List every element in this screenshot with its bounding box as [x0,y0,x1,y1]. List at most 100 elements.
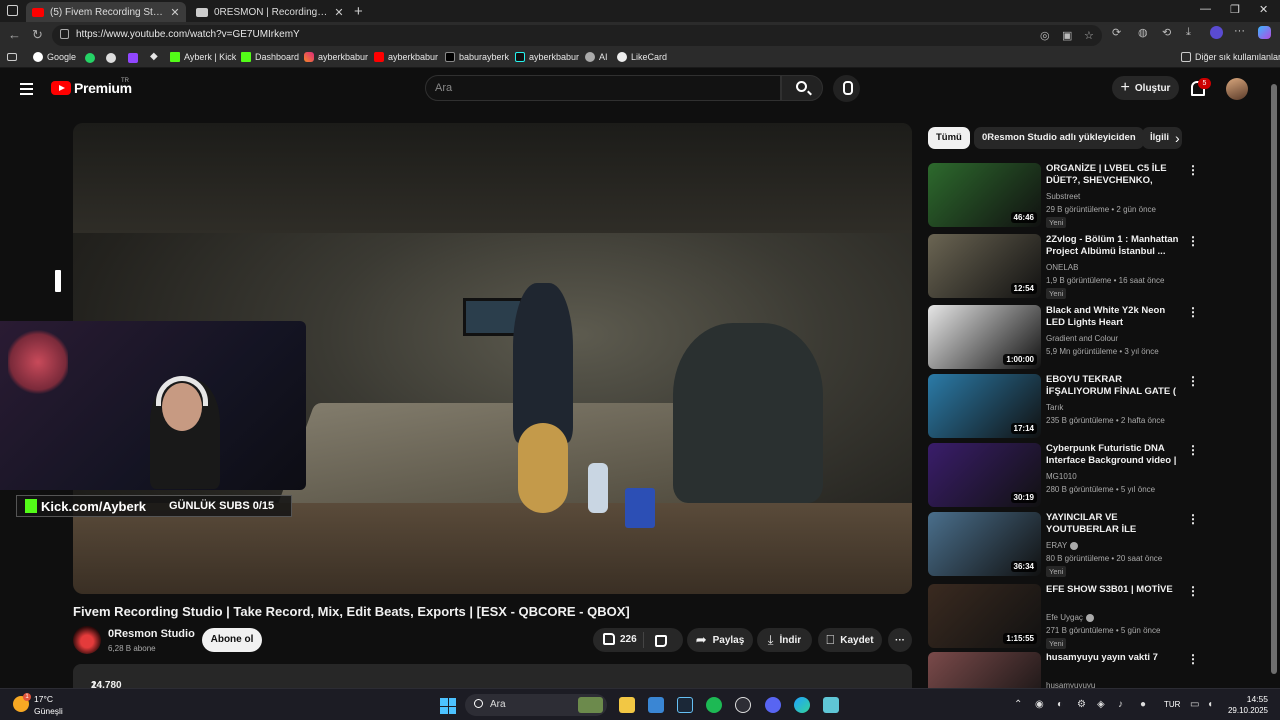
recommendation-channel[interactable]: Tarık [1046,403,1063,412]
subscribe-button[interactable]: Abone ol [202,628,262,652]
recommendation-title[interactable]: EFE SHOW S3B01 | MOTİVE [1046,584,1181,596]
user-avatar[interactable] [1226,78,1248,100]
microphone-icon[interactable]: ● [1140,699,1146,710]
recommendation-channel[interactable]: Efe Uygaç [1046,613,1094,622]
menu-icon[interactable]: ··· [1234,25,1245,37]
recommendation-item[interactable]: 46:46 ORGANİZE | LVBEL C5 İLE DÜET?, SHEV… [928,163,1208,228]
more-vertical-icon[interactable]: ⋮ [1187,163,1199,177]
network-icon[interactable]: ▭ [1190,699,1199,710]
recommendation-title[interactable]: Black and White Y2k Neon LED Lights Hear… [1046,305,1181,329]
bookmark-dashboard[interactable]: Dashboard [241,52,299,62]
recommendation-title[interactable]: EBOYU TEKRAR İFŞALIYORUM FİNAL GATE ( Sİ… [1046,374,1181,398]
taskbar-search[interactable]: Ara [465,694,607,716]
tab-0resmon[interactable]: 0RESMON | Recording, Producer, ✕ [190,2,350,22]
close-tab-icon[interactable]: ✕ [170,6,180,19]
chatgpt-icon[interactable] [735,697,751,713]
clock-date[interactable]: 29.10.2025 [1218,706,1268,715]
recommendation-item[interactable]: 36:34 YAYINCILAR VE YOUTUBERLAR İLE ÜNİVE… [928,512,1208,577]
recommendation-item[interactable]: 17:14 EBOYU TEKRAR İFŞALIYORUM FİNAL GATE… [928,374,1208,438]
spotify-icon[interactable] [706,697,722,713]
bookmark-tiktok[interactable]: ayberkbabur [515,52,579,62]
bookmark-likecard[interactable]: LikeCard [617,52,667,62]
file-explorer-icon[interactable] [619,697,635,713]
more-vertical-icon[interactable]: ⋮ [1187,234,1199,248]
download-button[interactable]: ⤓ İndir [757,628,812,652]
url-text[interactable]: https://www.youtube.com/watch?v=GE7UMIrk… [76,29,300,40]
recommendation-title[interactable]: 2Zvlog - Bölüm 1 : Manhattan Project Alb… [1046,234,1181,258]
recommendation-thumbnail[interactable]: 17:14 [928,374,1041,438]
minimize-icon[interactable]: — [1200,3,1211,15]
bookmark-instagram[interactable]: ayberkbabur [304,52,368,62]
channel-avatar[interactable] [73,626,101,654]
history-icon[interactable]: ⟲ [1162,26,1171,39]
whatsapp-icon[interactable] [85,53,95,63]
reading-list-icon[interactable] [7,53,17,61]
recommendation-thumbnail[interactable]: 1:00:00 [928,305,1041,369]
keyboard-language[interactable]: TUR [1164,700,1180,709]
recommendation-thumbnail[interactable]: 46:46 [928,163,1041,227]
tab-actions-icon[interactable] [7,5,18,16]
scrollbar-thumb[interactable] [1271,84,1277,674]
other-bookmarks[interactable]: Diğer sık kullanılanlar [1181,52,1280,62]
app-icon[interactable]: ▣ [1062,29,1072,42]
twitch-icon[interactable] [128,53,138,63]
more-actions-button[interactable]: ··· [888,628,912,652]
bookmark-diamond-icon[interactable]: ◆ [150,51,158,62]
chevron-right-icon[interactable]: › [1175,130,1180,146]
volume-icon[interactable]: ♪ [1118,699,1123,710]
like-count[interactable]: 226 [620,634,637,645]
back-icon[interactable]: ← [8,27,21,42]
search-button[interactable] [781,75,823,101]
like-icon[interactable] [603,633,615,645]
close-window-icon[interactable]: ✕ [1259,3,1268,16]
voice-search-icon[interactable] [833,75,860,102]
restore-icon[interactable]: ❐ [1230,3,1240,16]
new-tab-icon[interactable]: + [354,3,363,20]
recommendation-item[interactable]: 1:00:00 Black and White Y2k Neon LED Ligh… [928,305,1208,369]
recommendation-channel[interactable]: Substreet [1046,192,1080,201]
steam-icon[interactable] [677,697,693,713]
copilot-icon[interactable] [1258,26,1271,39]
more-vertical-icon[interactable]: ⋮ [1187,512,1199,526]
tray-chevron-icon[interactable]: ⌃ [1014,699,1022,710]
channel-name[interactable]: 0Resmon Studio [108,628,195,640]
recommendation-channel[interactable]: Gradient and Colour [1046,334,1118,343]
recommendation-item[interactable]: 30:19 Cyberpunk Futuristic DNA Interface … [928,443,1208,507]
bookmark-x[interactable]: baburayberk [445,52,509,62]
bookmark-youtube[interactable]: ayberkbabur [374,52,438,62]
more-vertical-icon[interactable]: ⋮ [1187,652,1199,666]
recommendation-thumbnail[interactable]: 36:34 [928,512,1041,576]
recommendation-title[interactable]: ORGANİZE | LVBEL C5 İLE DÜET?, SHEVCHENK… [1046,163,1181,187]
windows-start-icon[interactable] [440,698,456,714]
recommendation-item[interactable]: 1:15:55 EFE SHOW S3B01 | MOTİVE Efe Uygaç 2… [928,584,1208,649]
page-scrollbar[interactable] [1268,69,1280,685]
more-vertical-icon[interactable]: ⋮ [1187,374,1199,388]
bookmark-kick[interactable]: Ayberk | Kick [170,52,236,62]
youtube-premium-logo[interactable]: Premium [51,80,132,96]
reader-icon[interactable]: ◎ [1040,29,1050,42]
weather-temperature[interactable]: 17°C [34,694,53,704]
close-tab-icon[interactable]: ✕ [334,6,344,19]
tray-steam-icon[interactable]: ◈ [1097,699,1105,710]
bookmark-google[interactable]: Google [33,52,76,62]
collections-icon[interactable]: ◍ [1138,26,1148,39]
recommendation-channel[interactable]: MG1010 [1046,472,1077,481]
url-field[interactable]: https://www.youtube.com/watch?v=GE7UMIrk… [52,25,1102,46]
bookmark-ai[interactable]: AI [585,52,608,62]
extensions-icon[interactable]: ⟳ [1112,26,1121,39]
chip-from-uploader[interactable]: 0Resmon Studio adlı yükleyiciden [974,127,1144,149]
notepad-icon[interactable] [823,697,839,713]
chip-all[interactable]: Tümü [928,127,970,149]
recommendation-title[interactable]: Cyberpunk Futuristic DNA Interface Backg… [1046,443,1181,467]
edge-icon[interactable] [794,697,810,713]
recommendation-thumbnail[interactable]: 12:54 [928,234,1041,298]
downloads-icon[interactable]: ⤓ [1186,26,1191,39]
weather-condition[interactable]: Güneşli [34,706,63,716]
chatgpt-icon[interactable] [106,53,116,63]
tray-app-icon[interactable]: ◐ [1057,699,1063,710]
recommendation-channel[interactable]: ONELAB [1046,263,1078,272]
clock-time[interactable]: 14:55 [1228,694,1268,704]
photos-icon[interactable] [648,697,664,713]
tab-youtube[interactable]: (5) Fivem Recording Studio | Take ✕ [26,2,186,22]
refresh-icon[interactable]: ↻ [32,27,43,43]
